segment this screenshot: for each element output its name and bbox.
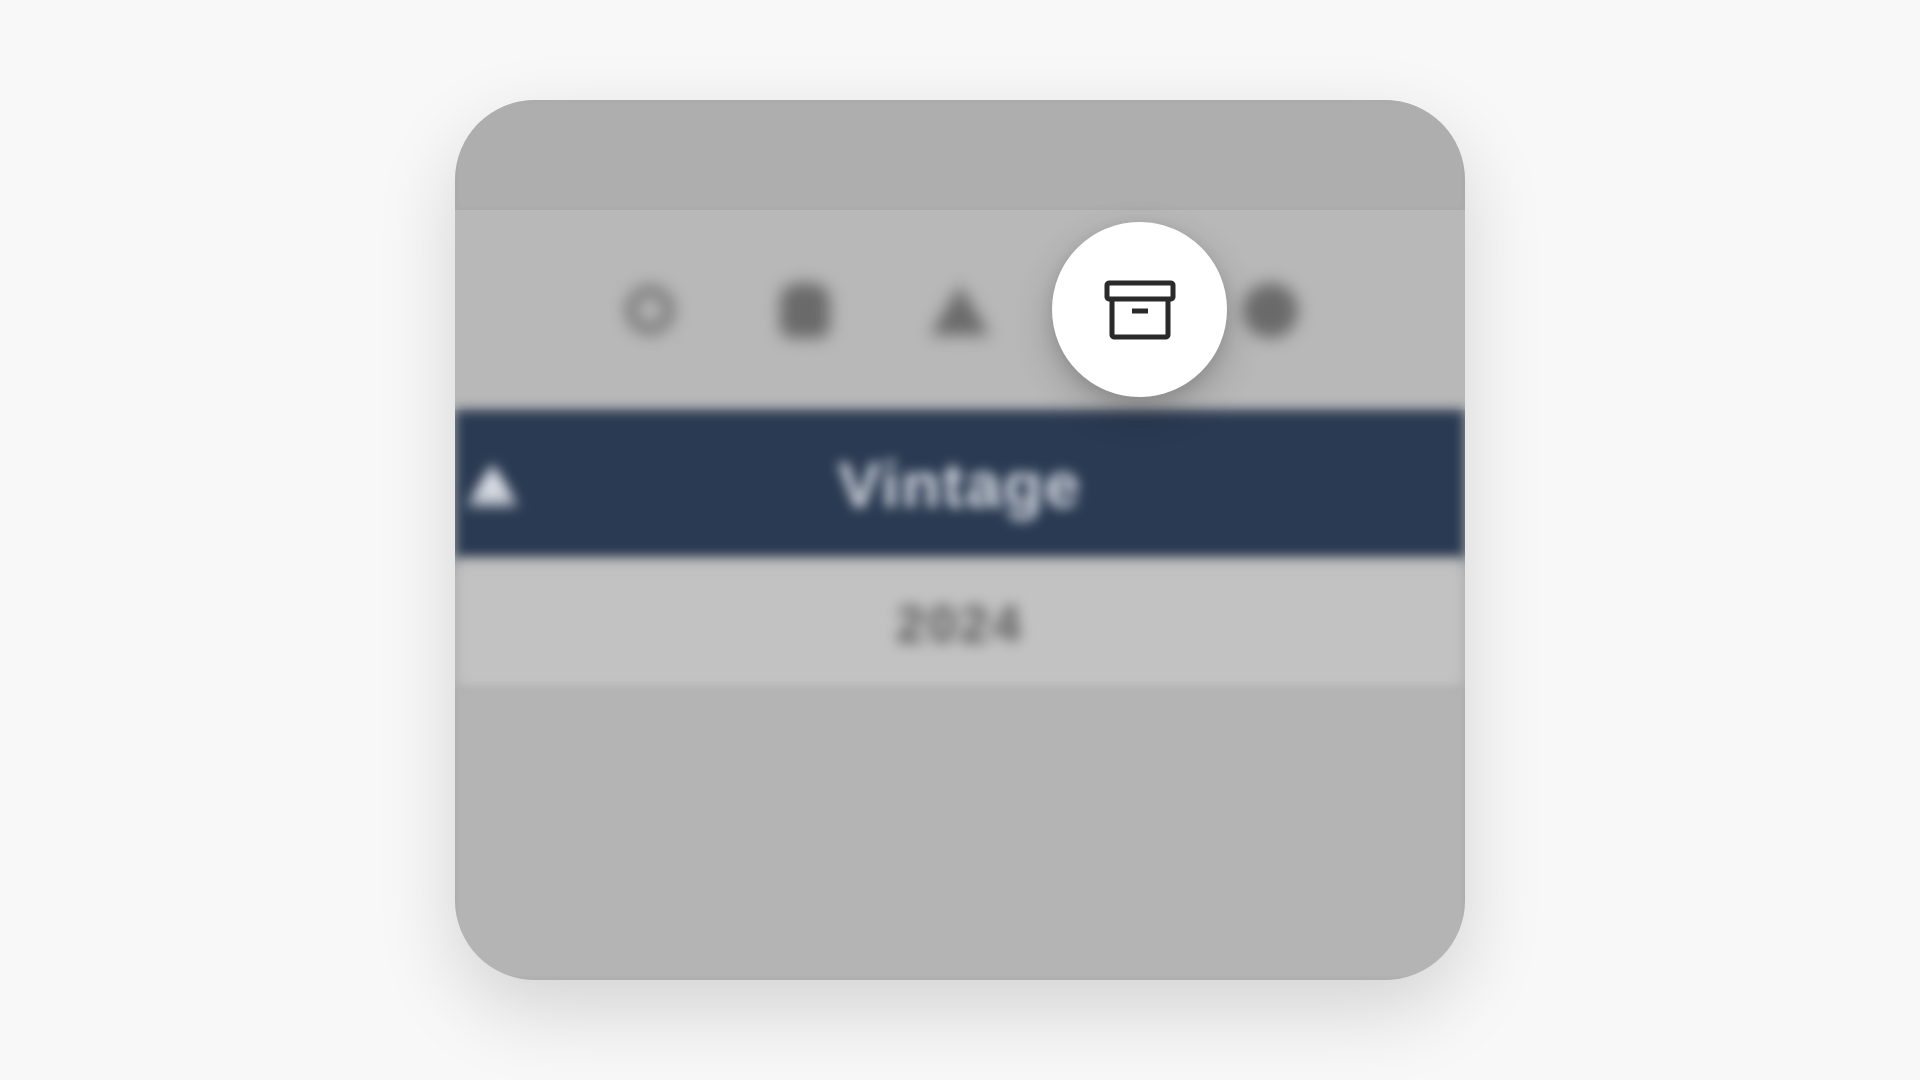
share-button[interactable]	[930, 280, 990, 340]
category-title: Vintage	[838, 448, 1082, 522]
share-icon	[930, 285, 990, 335]
search-button[interactable]	[620, 280, 680, 340]
year-row[interactable]: 2024	[455, 560, 1465, 690]
archive-icon	[1104, 280, 1176, 340]
lock-icon	[780, 283, 830, 338]
globe-icon	[1243, 283, 1298, 338]
globe-button[interactable]	[1240, 280, 1300, 340]
search-icon	[626, 286, 674, 334]
category-leading-icon	[465, 463, 520, 508]
category-header: Vintage	[455, 410, 1465, 560]
toolbar	[455, 210, 1465, 410]
lock-button[interactable]	[775, 280, 835, 340]
archive-button[interactable]	[1052, 222, 1227, 397]
content-area	[455, 690, 1465, 980]
top-header-area	[455, 100, 1465, 210]
year-value: 2024	[896, 595, 1024, 655]
app-panel: Vintage 2024	[455, 100, 1465, 980]
